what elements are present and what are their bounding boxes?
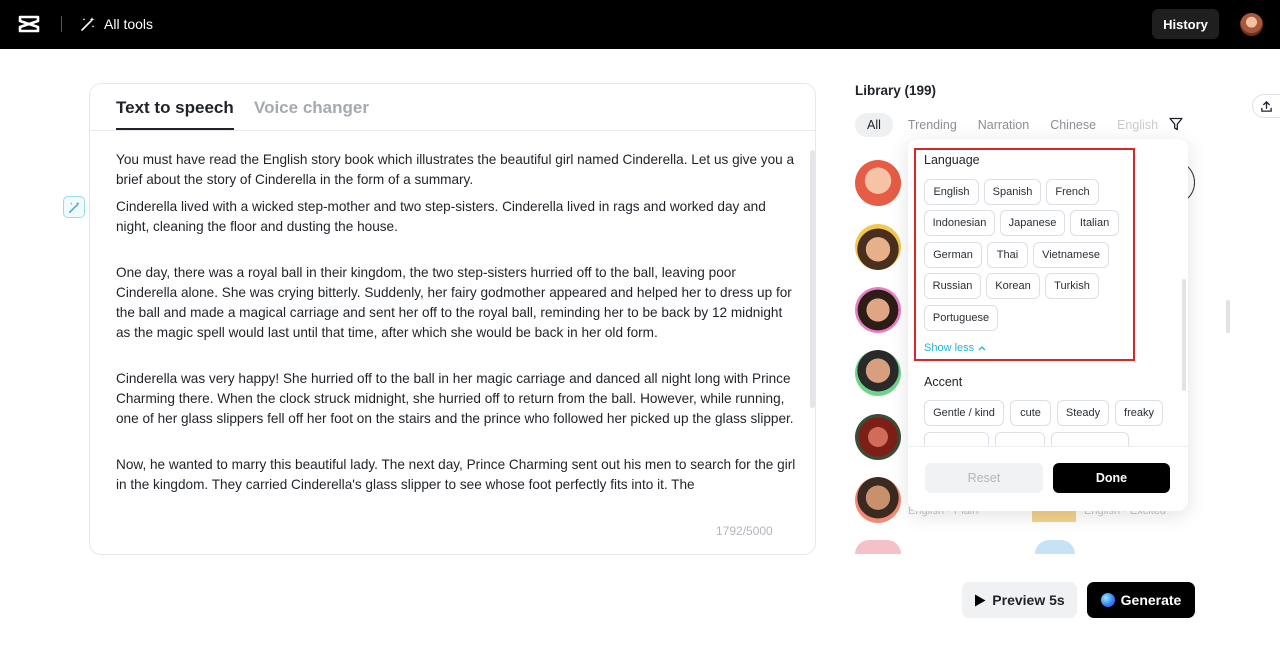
paragraph: One day, there was a royal ball in their… xyxy=(116,265,792,340)
language-chip-russian[interactable]: Russian xyxy=(924,273,981,299)
category-chinese[interactable]: Chinese xyxy=(1050,118,1096,132)
accent-chip-steady[interactable]: Steady xyxy=(1057,400,1109,426)
dropdown-divider xyxy=(908,446,1188,447)
play-icon xyxy=(975,594,986,606)
accent-chip[interactable] xyxy=(995,432,1045,446)
magic-wand-icon xyxy=(81,17,95,31)
voice-avatar[interactable] xyxy=(855,160,901,206)
language-chip-italian[interactable]: Italian xyxy=(1070,210,1119,236)
show-less-button[interactable]: Show less xyxy=(924,342,986,354)
editor-scrollbar[interactable] xyxy=(810,150,815,408)
language-chip-german[interactable]: German xyxy=(924,242,982,268)
library-title: Library (199) xyxy=(855,83,937,98)
paragraph: Cinderella lived with a wicked step-moth… xyxy=(116,199,766,234)
ai-rewrite-button[interactable] xyxy=(63,196,85,218)
language-chip-turkish[interactable]: Turkish xyxy=(1045,273,1099,299)
library-categories: All Trending Narration Chinese English xyxy=(855,113,1179,137)
page-scrollbar[interactable] xyxy=(1226,300,1230,333)
language-chip-korean[interactable]: Korean xyxy=(986,273,1040,299)
generate-label: Generate xyxy=(1120,592,1182,608)
top-bar: All tools History xyxy=(0,0,1280,49)
reset-button[interactable]: Reset xyxy=(925,463,1043,493)
chevron-up-icon xyxy=(978,346,986,351)
voice-avatar[interactable] xyxy=(855,540,901,554)
language-chip-thai[interactable]: Thai xyxy=(987,242,1028,268)
tab-voice-changer[interactable]: Voice changer xyxy=(254,98,369,118)
language-chip-french[interactable]: French xyxy=(1046,179,1099,205)
generate-orb-icon xyxy=(1100,593,1115,607)
accent-chip[interactable] xyxy=(1051,432,1129,446)
language-chip-japanese[interactable]: Japanese xyxy=(1000,210,1065,236)
category-trending[interactable]: Trending xyxy=(908,118,957,132)
all-tools-label: All tools xyxy=(104,16,154,32)
voice-avatar[interactable] xyxy=(855,287,901,333)
voice-avatar[interactable] xyxy=(855,477,901,523)
script-text-area[interactable]: You must have read the English story boo… xyxy=(116,150,796,525)
character-count: 1792/5000 xyxy=(716,524,773,538)
capcut-logo-icon[interactable] xyxy=(18,14,40,34)
voice-avatar[interactable] xyxy=(855,224,901,270)
filter-button[interactable] xyxy=(1166,113,1186,135)
preview-label: Preview 5s xyxy=(992,592,1065,608)
category-narration[interactable]: Narration xyxy=(978,118,1029,132)
accent-chip-cute[interactable]: cute xyxy=(1010,400,1051,426)
upload-icon xyxy=(1261,100,1272,112)
paragraph: Now, he wanted to marry this beautiful l… xyxy=(116,457,796,492)
accent-chip[interactable] xyxy=(924,432,989,446)
filter-icon xyxy=(1169,117,1183,131)
paragraph: Cinderella was very happy! She hurried o… xyxy=(116,371,794,426)
language-chip-vietnamese[interactable]: Vietnamese xyxy=(1033,242,1109,268)
voice-avatar[interactable] xyxy=(855,350,901,396)
generate-button[interactable]: Generate xyxy=(1087,582,1195,618)
magic-wand-icon xyxy=(68,201,80,213)
history-button[interactable]: History xyxy=(1152,9,1219,39)
category-english[interactable]: English xyxy=(1117,118,1158,132)
language-chip-english[interactable]: English xyxy=(924,179,979,205)
show-less-label: Show less xyxy=(924,342,975,354)
done-button[interactable]: Done xyxy=(1053,463,1170,493)
text-editor-card: Text to speech Voice changer You must ha… xyxy=(89,83,816,555)
tab-text-to-speech[interactable]: Text to speech xyxy=(116,98,234,118)
dropdown-scrollbar[interactable] xyxy=(1182,279,1186,391)
language-chip-portuguese[interactable]: Portuguese xyxy=(924,305,998,331)
preview-button[interactable]: Preview 5s xyxy=(962,582,1077,618)
language-chip-indonesian[interactable]: Indonesian xyxy=(924,210,995,236)
active-tab-indicator xyxy=(116,128,234,130)
accent-section-title: Accent xyxy=(924,375,963,389)
voice-avatar[interactable] xyxy=(855,414,901,460)
category-all[interactable]: All xyxy=(855,113,893,137)
voice-avatar[interactable] xyxy=(1035,540,1075,554)
topbar-divider xyxy=(61,16,62,32)
accent-chip-freaky[interactable]: freaky xyxy=(1115,400,1163,426)
paragraph: You must have read the English story boo… xyxy=(116,152,795,187)
user-avatar[interactable] xyxy=(1240,13,1263,36)
language-section-title: Language xyxy=(924,153,980,167)
all-tools-button[interactable]: All tools xyxy=(80,13,153,35)
upload-voice-button[interactable] xyxy=(1252,94,1280,118)
accent-chip-gentle-kind[interactable]: Gentle / kind xyxy=(924,400,1004,426)
editor-tabs: Text to speech Voice changer xyxy=(90,84,815,131)
language-chip-spanish[interactable]: Spanish xyxy=(984,179,1041,205)
